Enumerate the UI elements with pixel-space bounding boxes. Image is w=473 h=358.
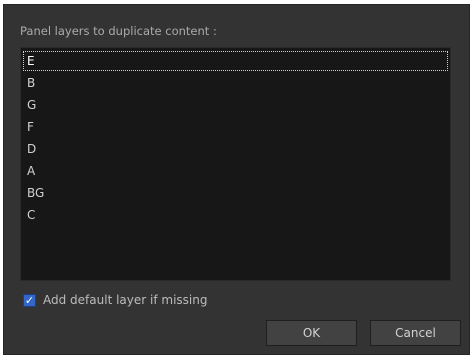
- add-default-layer-checkbox[interactable]: ✓: [23, 293, 36, 307]
- check-icon: ✓: [24, 293, 35, 307]
- layer-item-f[interactable]: F: [23, 117, 448, 137]
- add-default-layer-label: Add default layer if missing: [43, 293, 208, 307]
- duplicate-content-dialog: Panel layers to duplicate content : E B …: [3, 4, 470, 355]
- layer-item-bg[interactable]: BG: [23, 183, 448, 203]
- cancel-button[interactable]: Cancel: [370, 320, 461, 346]
- add-default-layer-option[interactable]: ✓ Add default layer if missing: [23, 292, 207, 308]
- layer-item-g[interactable]: G: [23, 95, 448, 115]
- ok-button[interactable]: OK: [266, 320, 357, 346]
- panel-layers-prompt: Panel layers to duplicate content :: [20, 24, 217, 38]
- layer-item-b[interactable]: B: [23, 73, 448, 93]
- layer-item-e[interactable]: E: [23, 51, 448, 71]
- layer-item-a[interactable]: A: [23, 161, 448, 181]
- layer-item-d[interactable]: D: [23, 139, 448, 159]
- layer-item-c[interactable]: C: [23, 205, 448, 225]
- panel-layers-list[interactable]: E B G F D A BG C: [20, 47, 451, 281]
